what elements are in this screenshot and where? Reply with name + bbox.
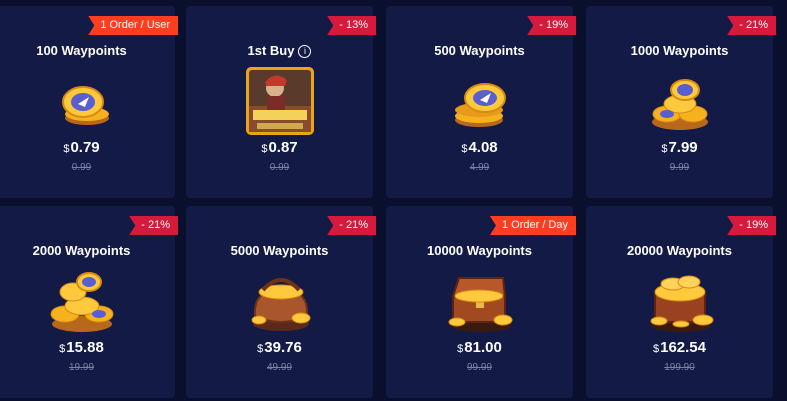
product-title: 1st Buy i: [186, 43, 373, 58]
product-card-500-waypoints[interactable]: - 19% 500 Waypoints $4.08 4.99: [386, 6, 576, 198]
product-title: 5000 Waypoints: [230, 243, 329, 258]
product-title: 20000 Waypoints: [626, 243, 732, 258]
original-price: 9.99: [669, 162, 690, 173]
product-card-20000-waypoints[interactable]: - 19% 20000 Waypoints $162.54 199.90: [586, 206, 776, 398]
limit-badge: 1 Order / User: [88, 16, 178, 35]
product-title: 500 Waypoints: [434, 43, 525, 58]
price: $4.08: [461, 139, 498, 156]
product-card-10000-waypoints[interactable]: 1 Order / Day 10000 Waypoints $81.00 99.…: [386, 206, 576, 398]
original-price: 49.99: [266, 362, 293, 373]
treasure-chest-icon: [650, 275, 713, 332]
discount-badge: - 13%: [327, 16, 376, 35]
discount-badge: - 19%: [727, 216, 776, 235]
price: $15.88: [59, 339, 104, 356]
original-price: 0.99: [71, 162, 92, 173]
coin-pile-icon: [651, 79, 708, 130]
coin-pouch-icon: [251, 278, 310, 331]
product-title: 100 Waypoints: [36, 43, 127, 58]
coin-stack-icon: [454, 83, 506, 127]
product-title: 10000 Waypoints: [426, 243, 532, 258]
discount-badge: - 21%: [129, 216, 178, 235]
waypoint-shop-grid: 1 Order / User 100 Waypoints $0.79 0.99 …: [0, 0, 787, 401]
product-card-1000-waypoints[interactable]: - 21% 1000 Waypoints $7.99 9.99: [586, 6, 776, 198]
price: $0.79: [63, 139, 100, 156]
product-card-2000-waypoints[interactable]: - 21% 2000 Waypoints $15.88 19.99: [0, 206, 178, 398]
price: $81.00: [457, 339, 502, 356]
original-price: 19.99: [68, 362, 95, 373]
treasure-chest-icon: [448, 277, 512, 332]
discount-badge: - 21%: [727, 16, 776, 35]
price: $0.87: [261, 139, 298, 156]
discount-badge: - 19%: [527, 16, 576, 35]
product-title: 1000 Waypoints: [630, 43, 729, 58]
coin-pile-icon: [50, 272, 113, 332]
product-card-1st-buy[interactable]: - 13% 1st Buy i $0.87 0.99: [186, 6, 376, 198]
product-card-100-waypoints[interactable]: 1 Order / User 100 Waypoints $0.79 0.99: [0, 6, 178, 198]
original-price: 0.99: [269, 162, 290, 173]
price: $39.76: [257, 339, 302, 356]
limit-badge: 1 Order / Day: [489, 216, 576, 235]
price: $7.99: [661, 139, 698, 156]
original-price: 199.90: [664, 362, 695, 373]
price: $162.54: [652, 339, 706, 356]
original-price: 4.99: [469, 162, 490, 173]
product-title: 2000 Waypoints: [32, 243, 131, 258]
coin-stack-icon: [61, 86, 109, 125]
discount-badge: - 21%: [327, 216, 376, 235]
original-price: 99.99: [466, 362, 493, 373]
hero-bundle-thumbnail: [245, 67, 314, 135]
product-card-5000-waypoints[interactable]: - 21% 5000 Waypoints $39.76 49.99: [186, 206, 376, 398]
info-icon[interactable]: i: [298, 45, 312, 58]
